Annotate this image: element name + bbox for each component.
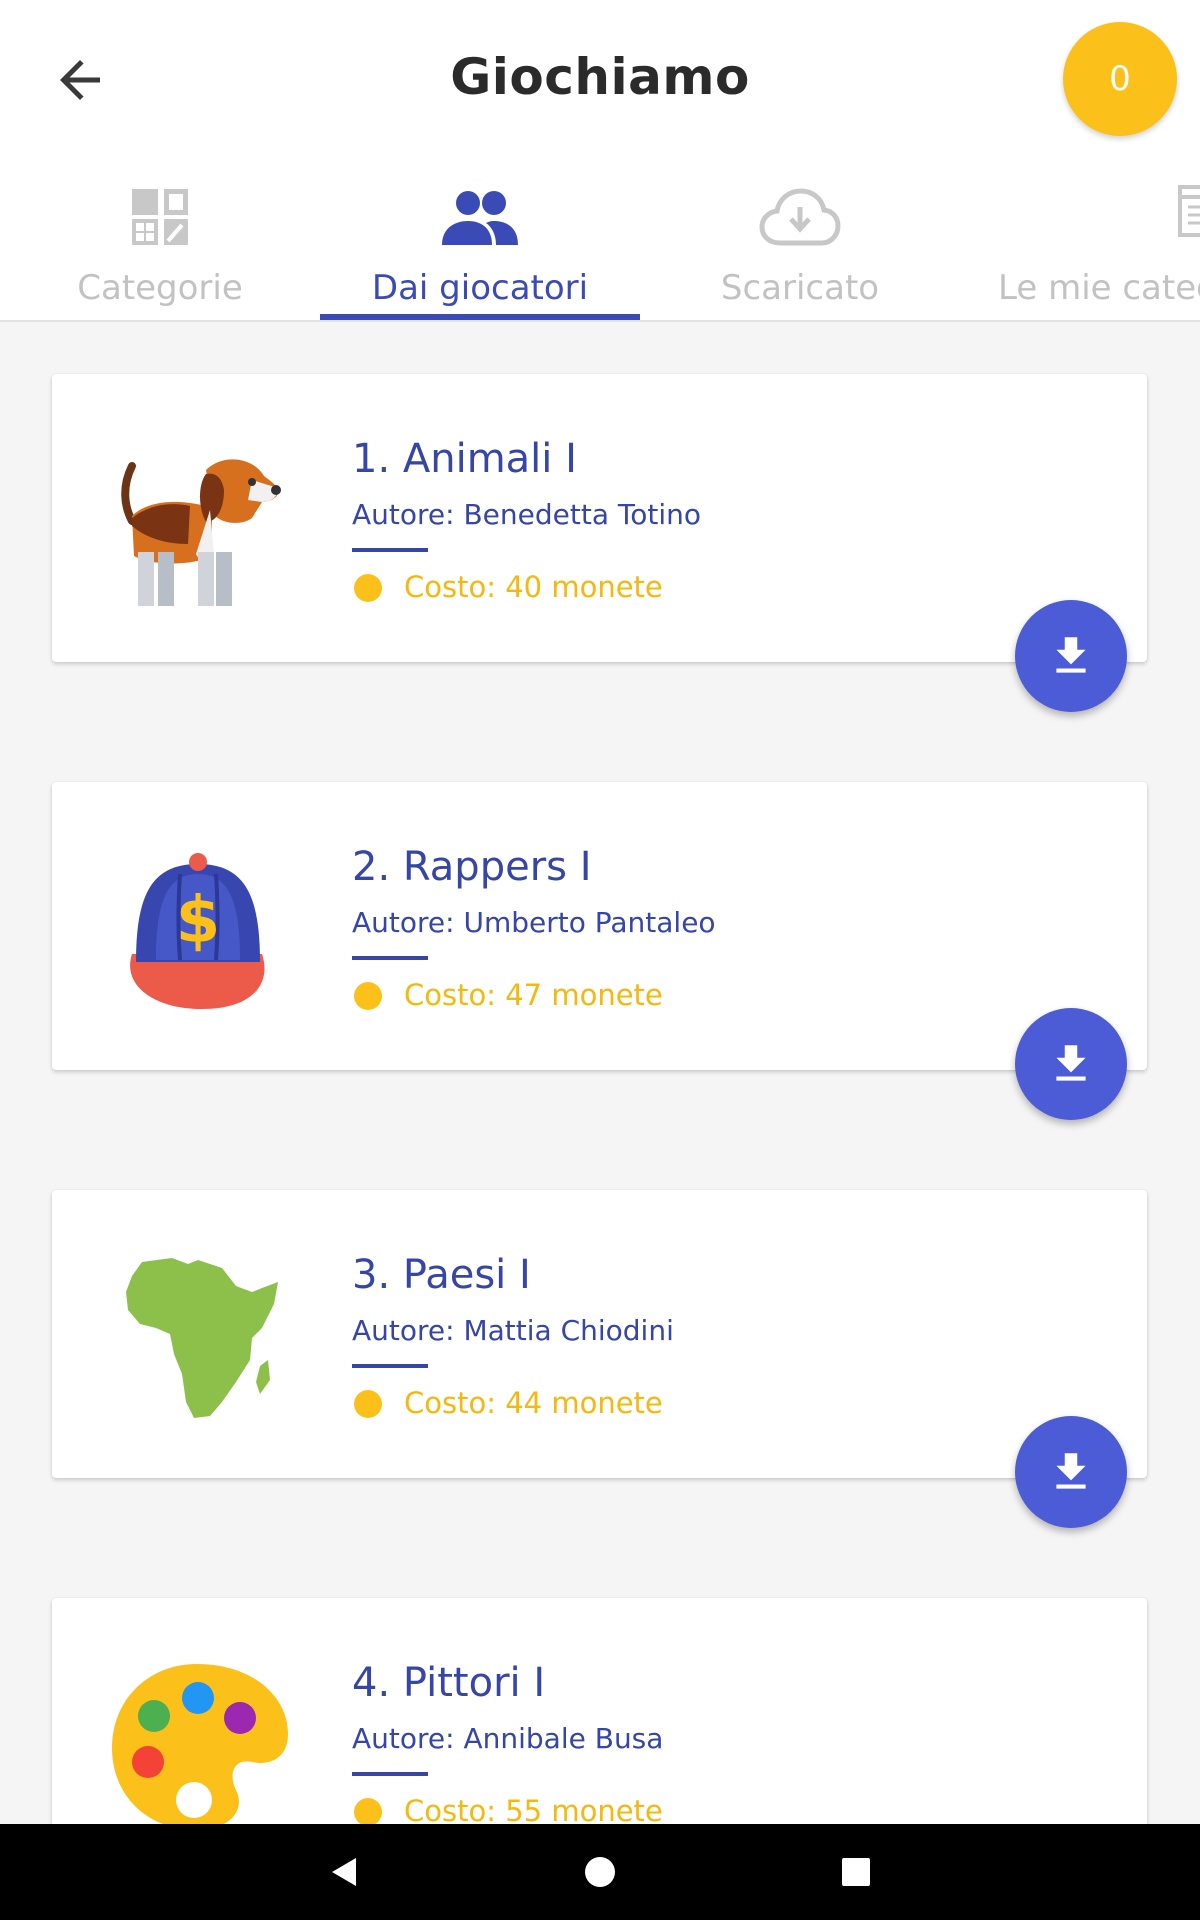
download-icon [1056,1453,1086,1489]
people-icon [442,191,518,245]
card-author: Autore: Umberto Pantaleo [352,906,716,939]
tab-scaricato[interactable]: Scaricato [640,162,960,320]
dog-illustration [121,459,281,606]
tab-categorie[interactable]: Categorie [0,162,320,320]
card-cost: Costo: 55 monete [404,1794,663,1824]
divider [352,1364,428,1368]
tab-le-mie-categorie[interactable]: Le mie categ [960,162,1200,320]
card-cost: Costo: 40 monete [404,570,663,604]
card-title: 2. Rappers I [352,844,592,890]
palette-illustration [112,1664,288,1824]
card-cost: Costo: 47 monete [404,978,663,1012]
nav-back-icon [332,1858,356,1886]
divider [352,956,428,960]
divider [352,548,428,552]
category-list[interactable]: 1. Animali I Autore: Benedetta Totino Co… [0,322,1200,1824]
list-add-icon [1178,185,1200,237]
nav-recents-button[interactable] [826,1842,886,1902]
tab-dai-giocatori[interactable]: Dai giocatori [320,162,640,320]
coin-icon [354,574,382,602]
tab-label: Categorie [77,268,243,308]
categories-grid-icon [132,189,188,245]
card-title: 4. Pittori I [352,1660,546,1706]
nav-home-button[interactable] [570,1842,630,1902]
card-author: Autore: Mattia Chiodini [352,1314,674,1347]
list-item[interactable]: $ 2. Rappers I Autore: Umberto Pantaleo … [52,782,1147,1070]
card-author: Autore: Benedetta Totino [352,498,702,531]
coin-icon [354,982,382,1010]
coins-badge[interactable]: 0 [1063,22,1177,136]
tab-label: Scaricato [720,268,880,308]
page-title: Giochiamo [450,48,750,106]
app-bar: Giochiamo 0 [0,0,1200,162]
tab-label: Dai giocatori [371,268,589,308]
system-nav-bar [0,1824,1200,1920]
list-item[interactable]: 4. Pittori I Autore: Annibale Busa Costo… [52,1598,1147,1824]
download-button[interactable] [1015,1008,1127,1120]
nav-back-button[interactable] [314,1842,374,1902]
card-title: 1. Animali I [352,436,577,482]
card-author: Autore: Annibale Busa [352,1722,664,1755]
africa-illustration [126,1258,278,1418]
tab-bar: Categorie Dai giocatori Scaricato Le mie… [0,162,1200,322]
nav-recents-icon [842,1858,870,1886]
divider [352,1772,428,1776]
tab-label: Le mie categ [998,268,1200,308]
list-item[interactable]: 3. Paesi I Autore: Mattia Chiodini Costo… [52,1190,1147,1478]
card-cost: Costo: 44 monete [404,1386,663,1420]
download-button[interactable] [1015,1416,1127,1528]
list-item[interactable]: 1. Animali I Autore: Benedetta Totino Co… [52,374,1147,662]
card-title: 3. Paesi I [352,1252,531,1298]
cloud-download-icon [759,188,841,246]
download-button[interactable] [1015,600,1127,712]
coin-icon [354,1798,382,1824]
svg-text:$: $ [176,884,221,958]
nav-home-icon [585,1857,615,1887]
download-icon [1056,1045,1086,1081]
active-tab-indicator [320,314,640,320]
cap-illustration: $ [130,853,265,1009]
coin-icon [354,1390,382,1418]
download-icon [1056,637,1086,673]
